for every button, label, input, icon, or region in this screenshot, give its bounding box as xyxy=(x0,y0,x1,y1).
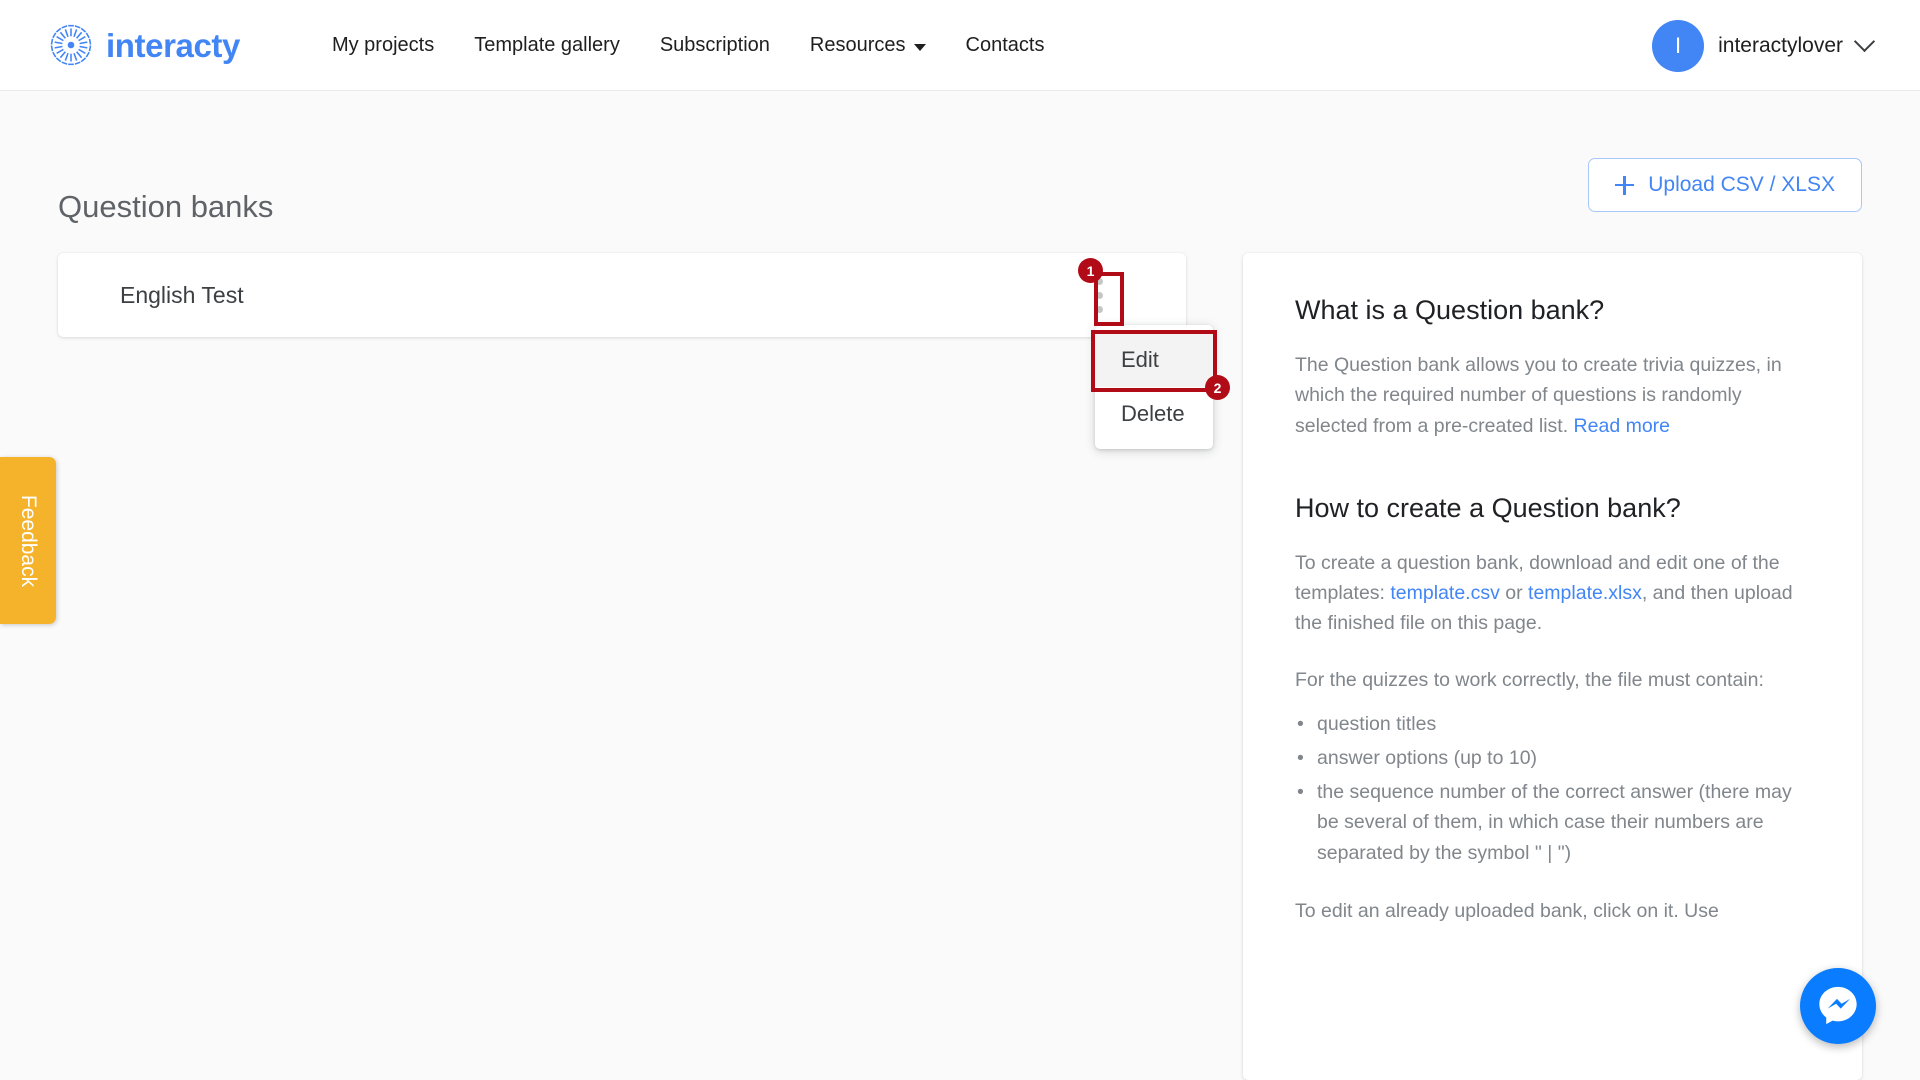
context-menu-item-delete[interactable]: Delete xyxy=(1095,387,1213,441)
messenger-icon xyxy=(1819,986,1857,1025)
template-csv-link[interactable]: template.csv xyxy=(1390,582,1499,604)
template-xlsx-link[interactable]: template.xlsx xyxy=(1528,582,1642,604)
upload-button-label: Upload CSV / XLSX xyxy=(1648,173,1835,196)
nav-label: My projects xyxy=(331,33,435,56)
page-title: Question banks xyxy=(58,188,274,224)
info-paragraph-edit-bank: To edit an already uploaded bank, click … xyxy=(1295,899,1719,922)
avatar: I xyxy=(1652,19,1705,72)
list-item: question titles xyxy=(1295,709,1810,739)
info-requirements-intro: For the quizzes to work correctly, the f… xyxy=(1295,668,1764,691)
question-bank-name: English Test xyxy=(120,281,244,308)
plus-icon xyxy=(1615,175,1635,195)
nav-item-my-projects[interactable]: My projects xyxy=(312,24,454,67)
user-name: interactylover xyxy=(1718,33,1843,57)
context-menu-label: Delete xyxy=(1121,401,1185,426)
app-page: interacty My projects Template gallery S… xyxy=(0,0,1920,1080)
question-bank-row[interactable]: English Test xyxy=(58,253,1186,337)
nav-label: Subscription xyxy=(659,33,770,56)
nav-item-contacts[interactable]: Contacts xyxy=(946,24,1065,67)
caret-down-icon xyxy=(913,43,926,51)
main-navigation: My projects Template gallery Subscriptio… xyxy=(312,24,1064,67)
read-more-link[interactable]: Read more xyxy=(1574,415,1670,437)
context-menu-label: Edit xyxy=(1121,347,1159,372)
info-paragraph-how-to: To create a question bank, download and … xyxy=(1295,548,1810,639)
upload-csv-xlsx-button[interactable]: Upload CSV / XLSX xyxy=(1588,158,1862,212)
nav-item-template-gallery[interactable]: Template gallery xyxy=(454,24,640,67)
interacty-logo-icon xyxy=(50,24,92,66)
context-menu-item-edit[interactable]: Edit xyxy=(1095,333,1213,387)
chevron-down-icon xyxy=(1853,30,1876,53)
brand-name: interacty xyxy=(106,26,240,64)
list-item: the sequence number of the correct answe… xyxy=(1295,777,1810,868)
info-panel: What is a Question bank? The Question ba… xyxy=(1243,253,1862,1080)
brand-logo[interactable]: interacty xyxy=(48,22,240,68)
list-item: answer options (up to 10) xyxy=(1295,743,1810,773)
top-header: interacty My projects Template gallery S… xyxy=(0,0,1920,91)
info-heading-what-is: What is a Question bank? xyxy=(1295,295,1605,325)
info-requirements-list: question titles answer options (up to 10… xyxy=(1295,709,1810,868)
info-text: The Question bank allows you to create t… xyxy=(1295,354,1782,437)
nav-label: Contacts xyxy=(965,33,1045,56)
info-heading-how-to: How to create a Question bank? xyxy=(1295,492,1681,523)
context-menu: Edit Delete xyxy=(1095,325,1213,449)
user-menu[interactable]: I interactylover xyxy=(1652,0,1876,91)
kebab-dot xyxy=(1095,277,1103,285)
messenger-chat-button[interactable] xyxy=(1800,968,1876,1044)
nav-item-subscription[interactable]: Subscription xyxy=(640,24,790,67)
feedback-tab-label: Feedback xyxy=(17,494,41,587)
kebab-menu-icon[interactable] xyxy=(1086,272,1112,318)
kebab-dot xyxy=(1095,305,1103,313)
feedback-tab[interactable]: Feedback xyxy=(0,457,56,624)
info-text: or xyxy=(1499,582,1529,605)
info-paragraph-what-is: The Question bank allows you to create t… xyxy=(1295,350,1810,441)
kebab-dot xyxy=(1095,291,1103,299)
nav-label: Resources xyxy=(809,33,906,56)
nav-item-resources[interactable]: Resources xyxy=(790,24,946,67)
nav-label: Template gallery xyxy=(474,33,620,56)
